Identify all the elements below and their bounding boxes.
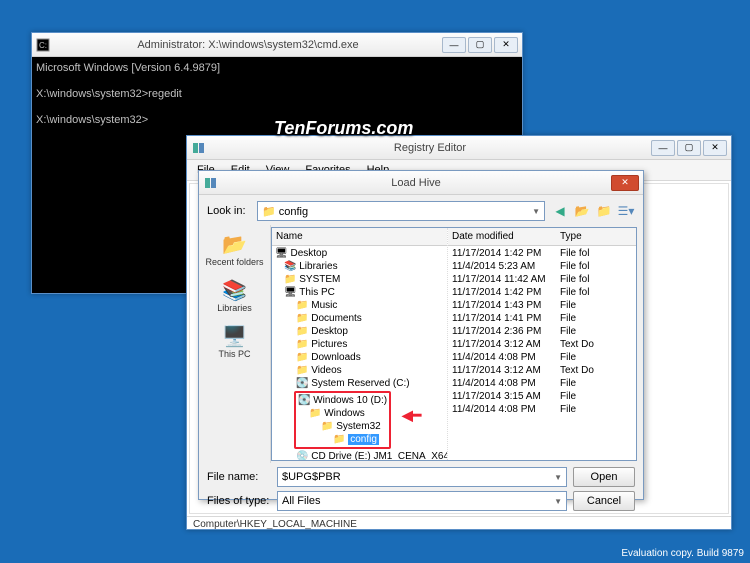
close-button[interactable]: ✕	[703, 140, 727, 156]
filename-value: $UPG$PBR	[282, 471, 341, 483]
type-cell: File fol	[560, 260, 632, 273]
chevron-down-icon: ▼	[532, 207, 540, 216]
lookin-combo[interactable]: 📁 config ▼	[257, 201, 545, 221]
date-cell: 11/17/2014 1:42 PM	[452, 286, 552, 299]
cmd-title: Administrator: X:\windows\system32\cmd.e…	[54, 39, 442, 51]
date-cell: 11/17/2014 1:42 PM	[452, 247, 552, 260]
date-cell: 11/17/2014 1:43 PM	[452, 299, 552, 312]
col-date[interactable]: Date modified	[448, 228, 556, 246]
loadhive-titlebar[interactable]: Load Hive ✕	[199, 171, 643, 195]
type-cell: File	[560, 403, 632, 416]
type-cell: File	[560, 377, 632, 390]
date-cell: 11/17/2014 2:36 PM	[452, 325, 552, 338]
date-cell: 11/17/2014 11:42 AM	[452, 273, 552, 286]
type-cell: File	[560, 351, 632, 364]
date-cell: 11/17/2014 3:12 AM	[452, 364, 552, 377]
filename-label: File name:	[207, 471, 271, 483]
place-libraries[interactable]: 📚 Libraries	[217, 277, 252, 313]
type-cell: File fol	[560, 273, 632, 286]
lookin-value: config	[279, 206, 308, 218]
console-line: Microsoft Windows [Version 6.4.9879]	[36, 62, 220, 74]
regedit-icon	[203, 176, 217, 190]
close-button[interactable]: ✕	[494, 37, 518, 53]
place-label: This PC	[218, 349, 250, 359]
place-label: Libraries	[217, 303, 252, 313]
recent-icon: 📂	[221, 231, 249, 257]
date-cell: 11/4/2014 4:08 PM	[452, 403, 552, 416]
place-thispc[interactable]: 🖥️ This PC	[218, 323, 250, 359]
date-cell: 11/4/2014 4:08 PM	[452, 351, 552, 364]
loadhive-bottom: File name: $UPG$PBR ▼ Open Files of type…	[199, 463, 643, 515]
type-cell: File	[560, 299, 632, 312]
regedit-title: Registry Editor	[209, 142, 651, 154]
chevron-down-icon: ▼	[554, 497, 562, 506]
filetype-value: All Files	[282, 495, 321, 507]
back-icon[interactable]: ◀	[551, 202, 569, 220]
maximize-button[interactable]: ▢	[468, 37, 492, 53]
pc-icon: 🖥️	[220, 323, 248, 349]
red-arrow-icon: ◀━	[402, 409, 421, 422]
minimize-button[interactable]: —	[442, 37, 466, 53]
type-cell: File fol	[560, 247, 632, 260]
maximize-button[interactable]: ▢	[677, 140, 701, 156]
col-name[interactable]: Name	[272, 228, 447, 246]
type-cell: File	[560, 312, 632, 325]
views-icon[interactable]: ☰▾	[617, 202, 635, 220]
selected-folder[interactable]: config	[348, 434, 379, 445]
cmd-titlebar[interactable]: C: Administrator: X:\windows\system32\cm…	[32, 33, 522, 57]
filetype-label: Files of type:	[207, 495, 271, 507]
date-cell: 11/4/2014 4:08 PM	[452, 377, 552, 390]
highlighted-path: 💽 Windows 10 (D:) 📁 Windows 📁 System32 📁…	[294, 391, 391, 449]
minimize-button[interactable]: —	[651, 140, 675, 156]
libraries-icon: 📚	[220, 277, 248, 303]
svg-text:C:: C:	[39, 41, 47, 50]
console-line: X:\windows\system32>	[36, 114, 148, 126]
lookin-label: Look in:	[207, 205, 251, 217]
col-type[interactable]: Type	[556, 228, 636, 246]
filename-input[interactable]: $UPG$PBR ▼	[277, 467, 567, 487]
date-cell: 11/17/2014 1:41 PM	[452, 312, 552, 325]
regedit-statusbar: Computer\HKEY_LOCAL_MACHINE	[187, 516, 731, 532]
date-cell: 11/4/2014 5:23 AM	[452, 260, 552, 273]
type-cell: Text Do	[560, 364, 632, 377]
date-column: 11/17/2014 1:42 PM11/4/2014 5:23 AM11/17…	[448, 246, 556, 417]
type-cell: Text Do	[560, 338, 632, 351]
up-icon[interactable]: 📂	[573, 202, 591, 220]
file-list: Name 🖥 Desktop 📚 Libraries 📁 SYSTEM 🖥 Th…	[271, 227, 637, 461]
close-button[interactable]: ✕	[611, 175, 639, 191]
console-line: X:\windows\system32>regedit	[36, 88, 182, 100]
date-cell: 11/17/2014 3:15 AM	[452, 390, 552, 403]
places-bar: 📂 Recent folders 📚 Libraries 🖥️ This PC	[199, 225, 271, 463]
place-recent[interactable]: 📂 Recent folders	[205, 231, 263, 267]
load-hive-dialog: Load Hive ✕ Look in: 📁 config ▼ ◀ 📂 📁 ☰▾…	[198, 170, 644, 500]
date-cell: 11/17/2014 3:12 AM	[452, 338, 552, 351]
regedit-icon	[191, 141, 205, 155]
open-button[interactable]: Open	[573, 467, 635, 487]
cancel-button[interactable]: Cancel	[573, 491, 635, 511]
type-cell: File fol	[560, 286, 632, 299]
chevron-down-icon: ▼	[554, 473, 562, 482]
cmd-icon: C:	[36, 38, 50, 52]
regedit-titlebar[interactable]: Registry Editor — ▢ ✕	[187, 136, 731, 160]
type-cell: File	[560, 325, 632, 338]
folder-tree[interactable]: 🖥 Desktop 📚 Libraries 📁 SYSTEM 🖥 This PC…	[272, 246, 447, 460]
loadhive-toolbar: Look in: 📁 config ▼ ◀ 📂 📁 ☰▾	[199, 195, 643, 225]
evaluation-label: Evaluation copy. Build 9879	[621, 548, 744, 559]
type-column: File folFile folFile folFile folFileFile…	[556, 246, 636, 417]
filetype-combo[interactable]: All Files ▼	[277, 491, 567, 511]
type-cell: File	[560, 390, 632, 403]
newfolder-icon[interactable]: 📁	[595, 202, 613, 220]
loadhive-title: Load Hive	[221, 177, 611, 189]
place-label: Recent folders	[205, 257, 263, 267]
